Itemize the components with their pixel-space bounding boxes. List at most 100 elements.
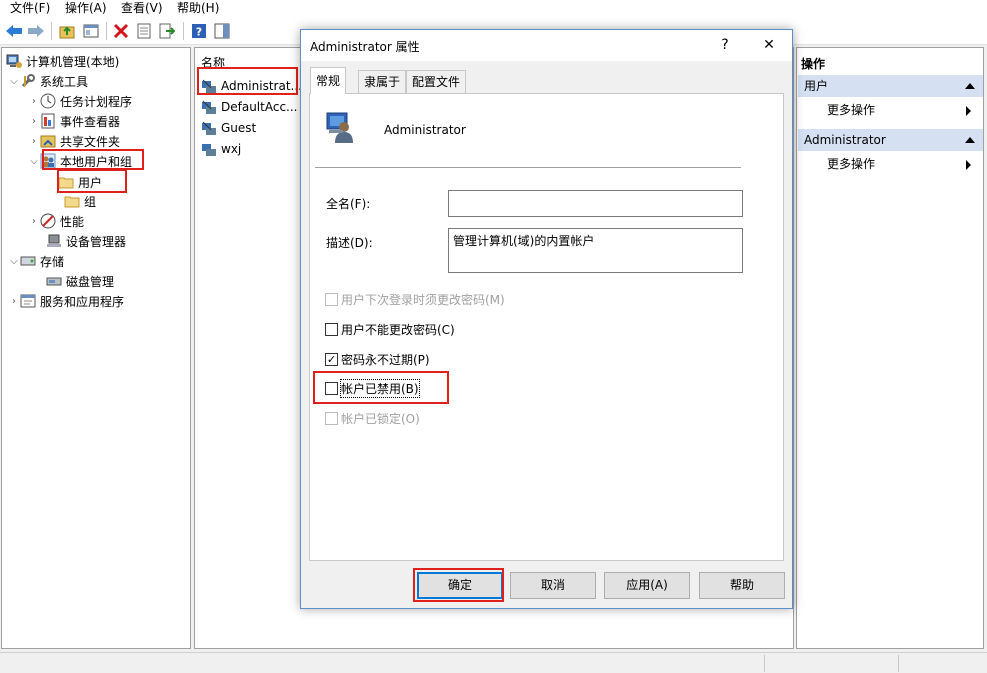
checkbox-cannot-change-password[interactable]: 用户不能更改密码(C) (325, 321, 455, 338)
tree-item-device-manager[interactable]: 设备管理器 (46, 231, 126, 251)
dialog-title: Administrator 属性 (310, 40, 420, 54)
tree-item-groups[interactable]: 组 (64, 191, 96, 211)
ok-button[interactable]: 确定 (417, 572, 503, 599)
dialog-title-bar[interactable]: Administrator 属性 ? ✕ (301, 30, 792, 61)
actions-section-administrator[interactable]: Administrator (798, 129, 983, 151)
properties-icon[interactable] (134, 21, 154, 41)
checkbox-must-change-password[interactable]: 用户下次登录时须更改密码(M) (325, 291, 505, 308)
checkbox-box[interactable] (325, 412, 338, 425)
chevron-down-icon[interactable]: ⌵ (8, 76, 20, 87)
menu-action[interactable]: 操作(A) (65, 0, 107, 17)
menu-file[interactable]: 文件(F) (10, 0, 50, 17)
checkbox-label: 用户下次登录时须更改密码(M) (341, 293, 505, 307)
tools-icon (20, 73, 36, 89)
checkmark-icon[interactable]: ✓ (325, 353, 338, 366)
section-label: 用户 (804, 79, 829, 93)
tree-item-users[interactable]: 用户 (58, 172, 102, 192)
help-button[interactable]: 帮助 (699, 572, 785, 599)
list-item[interactable]: DefaultAcc... (201, 97, 297, 117)
checkbox-box[interactable] (325, 323, 338, 336)
tab-member-of[interactable]: 隶属于 (358, 70, 407, 93)
tree-item-shared-folders[interactable]: › 共享文件夹 (28, 131, 120, 151)
tab-general[interactable]: 常规 (310, 67, 347, 94)
more-actions-users[interactable]: 更多操作 (827, 100, 977, 120)
actions-pane: 操作 用户 更多操作 Administrator 更多操作 (796, 47, 984, 649)
chevron-right-icon[interactable]: › (8, 296, 20, 307)
tree-item-system-tools[interactable]: ⌵ 系统工具 (8, 71, 88, 91)
description-field[interactable]: 管理计算机(域)的内置帐户 (448, 228, 743, 273)
cancel-button[interactable]: 取消 (510, 572, 596, 599)
tab-profile[interactable]: 配置文件 (406, 70, 467, 93)
status-bar (0, 652, 987, 673)
shared-folder-icon (40, 133, 56, 149)
chevron-right-icon[interactable]: › (28, 96, 40, 107)
general-tab-panel: Administrator 全名(F): 描述(D): 管理计算机(域)的内置帐… (309, 93, 784, 561)
action-label: 更多操作 (827, 157, 876, 171)
help-icon[interactable]: ? (189, 21, 209, 41)
checkbox-label: 帐户已禁用(B) (340, 379, 420, 398)
tree-label: 任务计划程序 (60, 94, 133, 109)
action-label: 更多操作 (827, 103, 876, 117)
delete-icon[interactable] (111, 21, 131, 41)
svg-text:?: ? (196, 26, 202, 39)
apply-button[interactable]: 应用(A) (604, 572, 690, 599)
checkbox-label: 帐户已锁定(O) (341, 412, 420, 426)
checkbox-box[interactable] (325, 293, 338, 306)
tree-label: 共享文件夹 (60, 134, 121, 149)
list-item[interactable]: Administrat... (201, 76, 302, 96)
menu-help[interactable]: 帮助(H) (177, 0, 219, 17)
menu-view[interactable]: 查看(V) (121, 0, 163, 17)
chevron-down-icon[interactable]: ⌵ (28, 156, 40, 167)
services-icon (20, 293, 36, 309)
submenu-arrow-icon (966, 160, 971, 170)
dialog-close-button[interactable]: ✕ (755, 34, 783, 56)
checkbox-password-never-expires[interactable]: ✓ 密码永不过期(P) (325, 351, 430, 368)
tree-item-local-users-groups[interactable]: ⌵ 本地用户和组 (28, 151, 132, 171)
tree-item-disk-management[interactable]: 磁盘管理 (46, 271, 114, 291)
tree-label: 本地用户和组 (60, 154, 133, 169)
column-header-name[interactable]: 名称 (201, 54, 225, 71)
tree-label: 系统工具 (40, 74, 89, 89)
tree-label: 存储 (40, 254, 65, 269)
separator (315, 167, 741, 168)
collapse-icon[interactable] (965, 83, 975, 89)
action-pane-toggle-icon[interactable] (212, 21, 232, 41)
submenu-arrow-icon (966, 106, 971, 116)
fullname-field[interactable] (448, 190, 743, 217)
chevron-right-icon[interactable]: › (28, 116, 40, 127)
tree-label: 组 (84, 194, 97, 209)
dialog-help-button[interactable]: ? (711, 34, 739, 56)
tree-item-task-scheduler[interactable]: › 任务计划程序 (28, 91, 132, 111)
chevron-right-icon[interactable]: › (28, 216, 40, 227)
show-hide-tree-icon[interactable] (81, 21, 101, 41)
checkbox-account-locked[interactable]: 帐户已锁定(O) (325, 410, 420, 427)
checkbox-label: 用户不能更改密码(C) (341, 323, 455, 337)
forward-icon[interactable] (26, 21, 46, 41)
chevron-down-icon[interactable]: ⌵ (8, 256, 20, 267)
tree-label: 事件查看器 (60, 114, 121, 129)
tree-item-computer-management[interactable]: 计算机管理(本地) (6, 51, 119, 71)
user-icon (201, 120, 217, 136)
folder-icon (58, 174, 74, 190)
checkbox-account-disabled[interactable]: 帐户已禁用(B) (325, 379, 420, 398)
back-icon[interactable] (4, 21, 24, 41)
tree-item-event-viewer[interactable]: › 事件查看器 (28, 111, 120, 131)
tree-item-performance[interactable]: › 性能 (28, 211, 84, 231)
list-item[interactable]: wxj (201, 139, 241, 159)
tree-item-storage[interactable]: ⌵ 存储 (8, 251, 64, 271)
up-folder-icon[interactable] (57, 21, 77, 41)
checkbox-box[interactable] (325, 382, 338, 395)
tree-item-services-apps[interactable]: › 服务和应用程序 (8, 291, 124, 311)
collapse-icon[interactable] (965, 137, 975, 143)
description-label: 描述(D): (326, 236, 373, 250)
user-account-icon (323, 110, 357, 144)
disk-icon (46, 273, 62, 289)
list-item-label: wxj (221, 142, 242, 156)
actions-section-users[interactable]: 用户 (798, 75, 983, 97)
folder-icon (64, 193, 80, 209)
export-list-icon[interactable] (157, 21, 177, 41)
list-item[interactable]: Guest (201, 118, 256, 138)
more-actions-administrator[interactable]: 更多操作 (827, 154, 977, 174)
users-groups-icon (40, 153, 56, 169)
chevron-right-icon[interactable]: › (28, 136, 40, 147)
